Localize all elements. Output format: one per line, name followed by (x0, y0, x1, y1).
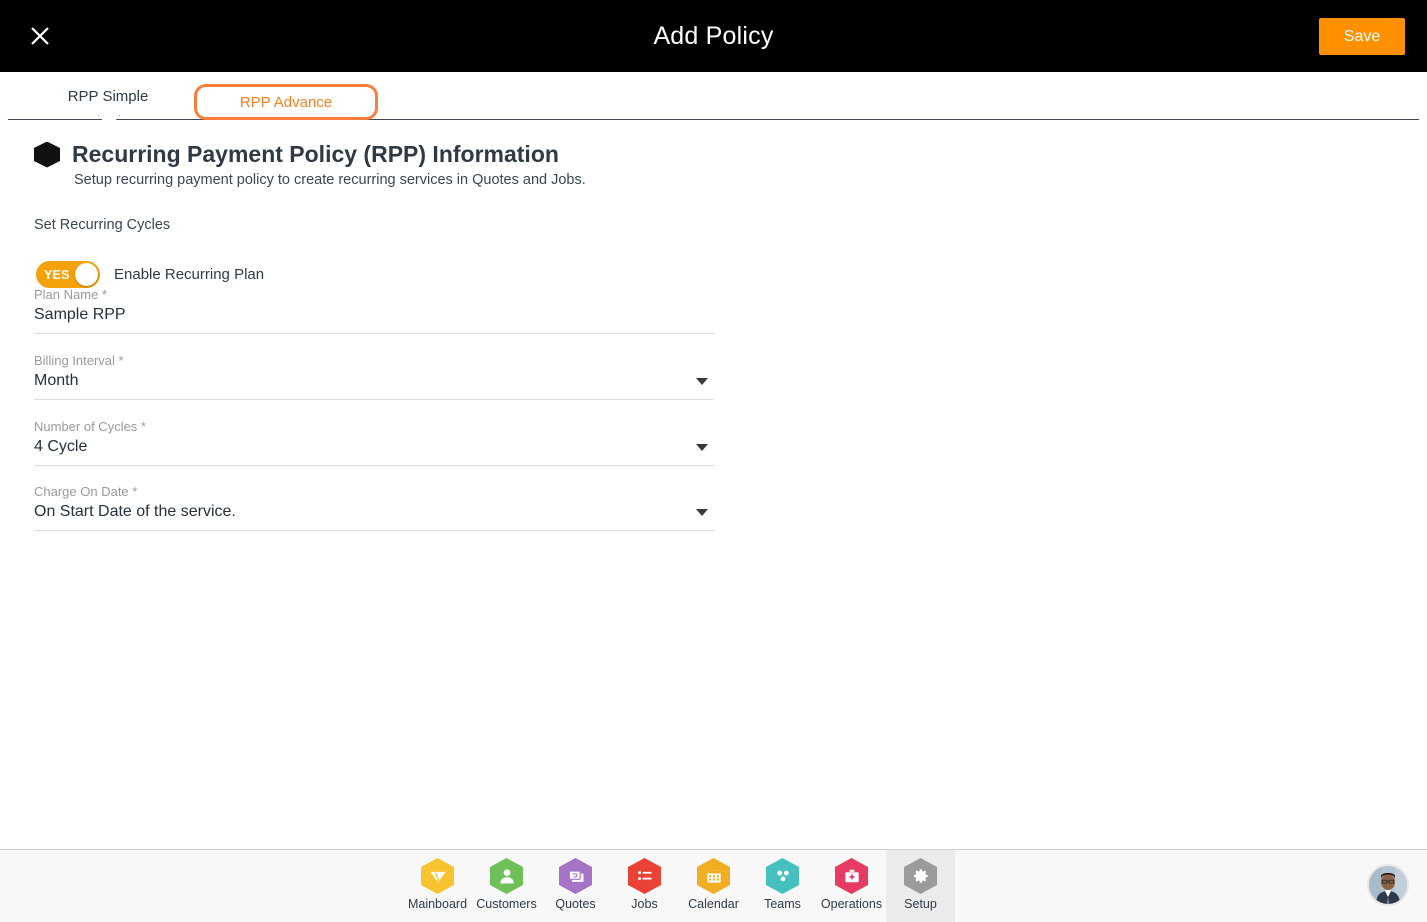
toggle-knob (75, 263, 98, 286)
caret-mask (99, 115, 119, 118)
hexagon-bullet-icon (34, 141, 60, 168)
charge-on-date-value[interactable]: On Start Date of the service. (34, 500, 714, 524)
jobs-icon (628, 858, 661, 894)
calendar-icon (697, 858, 730, 894)
charge-on-date-field[interactable]: Charge On Date * On Start Date of the se… (34, 483, 714, 531)
chevron-down-icon[interactable] (696, 378, 708, 385)
plan-name-field[interactable]: Plan Name * Sample RPP (34, 286, 714, 334)
enable-recurring-plan-toggle[interactable]: YES (36, 261, 100, 288)
quotes-icon (559, 858, 592, 894)
gear-icon (904, 858, 937, 894)
chevron-down-icon[interactable] (696, 509, 708, 516)
tab-rpp-simple[interactable]: RPP Simple (48, 78, 168, 114)
content-area: Recurring Payment Policy (RPP) Informati… (0, 121, 1427, 849)
billing-interval-label: Billing Interval * (34, 353, 124, 368)
teams-icon (766, 858, 799, 894)
enable-recurring-plan-label: Enable Recurring Plan (114, 266, 265, 283)
charge-on-date-label: Charge On Date * (34, 484, 138, 499)
nav-item-calendar[interactable]: Calendar (679, 850, 748, 922)
customers-icon (490, 858, 523, 894)
save-button[interactable]: Save (1319, 18, 1405, 55)
nav-label-calendar: Calendar (688, 897, 739, 911)
nav-item-operations[interactable]: Operations (817, 850, 886, 922)
number-of-cycles-label: Number of Cycles * (34, 419, 146, 434)
nav-item-setup[interactable]: Setup (886, 850, 955, 922)
mainboard-icon (421, 858, 454, 894)
nav-label-setup: Setup (904, 897, 937, 911)
nav-label-jobs: Jobs (631, 897, 658, 911)
nav-item-teams[interactable]: Teams (748, 850, 817, 922)
nav-label-customers: Customers (476, 897, 537, 911)
nav-label-teams: Teams (764, 897, 801, 911)
enable-recurring-plan-row: YES Enable Recurring Plan (36, 261, 264, 288)
nav-item-customers[interactable]: Customers (472, 850, 541, 922)
page-title: Add Policy (653, 21, 774, 50)
plan-name-label: Plan Name * (34, 287, 107, 302)
toggle-state-label: YES (44, 267, 70, 282)
billing-interval-value[interactable]: Month (34, 369, 714, 393)
chevron-down-icon[interactable] (696, 444, 708, 451)
nav-item-quotes[interactable]: Quotes (541, 850, 610, 922)
top-bar: Add Policy Save (0, 0, 1427, 72)
group-label-set-recurring-cycles: Set Recurring Cycles (34, 217, 171, 233)
billing-interval-field[interactable]: Billing Interval * Month (34, 352, 714, 400)
number-of-cycles-value[interactable]: 4 Cycle (34, 435, 714, 459)
nav-item-mainboard[interactable]: Mainboard (403, 850, 472, 922)
bottom-navigation-bar: Mainboard Customers Quotes Jobs Calendar… (0, 849, 1427, 922)
section-header: Recurring Payment Policy (RPP) Informati… (34, 141, 559, 168)
nav-item-jobs[interactable]: Jobs (610, 850, 679, 922)
operations-icon (835, 858, 868, 894)
number-of-cycles-field[interactable]: Number of Cycles * 4 Cycle (34, 418, 714, 466)
user-avatar[interactable] (1367, 864, 1409, 906)
tab-rpp-advance[interactable]: RPP Advance (194, 84, 378, 120)
add-policy-screen: Add Policy Save RPP Simple RPP Advance R… (0, 0, 1427, 922)
nav-label-quotes: Quotes (555, 897, 596, 911)
bottom-nav-items: Mainboard Customers Quotes Jobs Calendar… (403, 850, 955, 922)
plan-name-value[interactable]: Sample RPP (34, 303, 714, 327)
section-subtitle: Setup recurring payment policy to create… (74, 172, 586, 188)
section-title: Recurring Payment Policy (RPP) Informati… (72, 141, 559, 167)
nav-label-operations: Operations (820, 897, 883, 911)
nav-label-mainboard: Mainboard (407, 897, 468, 911)
